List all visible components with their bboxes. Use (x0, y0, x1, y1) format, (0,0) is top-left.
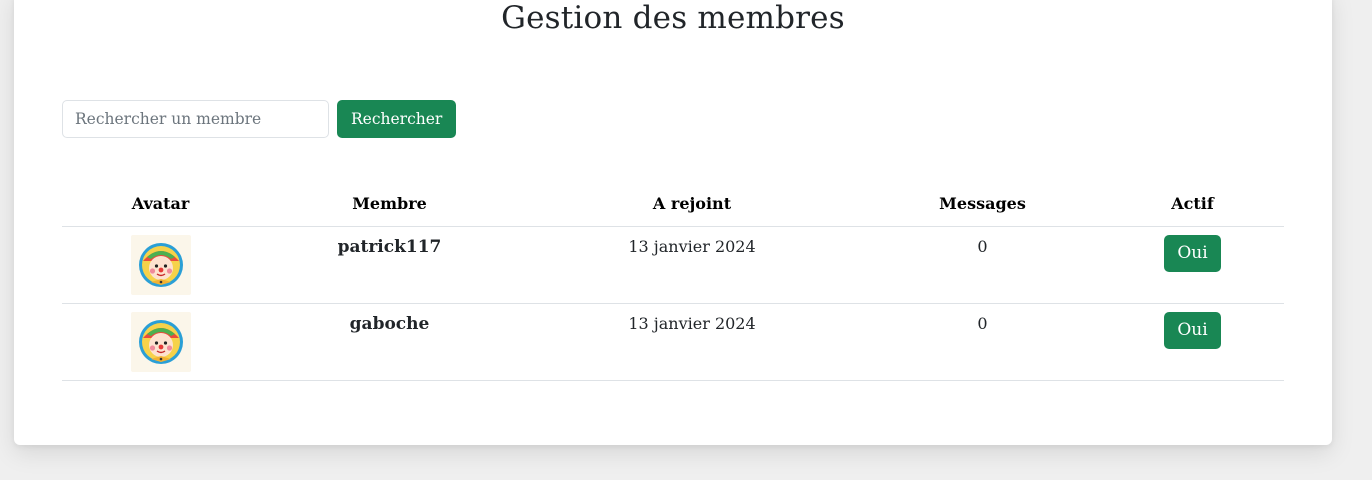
avatar-cell (62, 226, 259, 304)
page-title: Gestion des membres (501, 0, 845, 36)
header-avatar: Avatar (62, 180, 259, 227)
header-active: Actif (1101, 180, 1284, 227)
search-input[interactable] (62, 100, 329, 138)
clown-avatar-icon (130, 312, 191, 372)
member-name[interactable]: patrick117 (259, 227, 520, 256)
header-joined: A rejoint (520, 180, 864, 227)
joined-cell: 13 janvier 2024 (520, 303, 864, 381)
messages-cell: 0 (864, 226, 1101, 304)
search-button[interactable]: Rechercher (337, 100, 457, 138)
table-row: gaboche 13 janvier 2024 0 Oui (62, 303, 1284, 381)
joined-date: 13 janvier 2024 (628, 237, 756, 256)
active-toggle-button[interactable]: Oui (1164, 312, 1221, 349)
header-member: Membre (259, 180, 520, 227)
active-toggle-button[interactable]: Oui (1164, 235, 1221, 272)
active-cell: Oui (1101, 226, 1284, 304)
message-count: 0 (977, 237, 988, 256)
table-row: patrick117 13 janvier 2024 0 Oui (62, 226, 1284, 304)
joined-date: 13 janvier 2024 (628, 314, 756, 333)
messages-cell: 0 (864, 303, 1101, 381)
table-header-row: Avatar Membre A rejoint Messages Actif (62, 180, 1284, 227)
avatar-cell (62, 303, 259, 381)
member-name[interactable]: gaboche (259, 304, 520, 333)
members-table: Avatar Membre A rejoint Messages Actif p… (62, 180, 1284, 381)
search-bar: Rechercher (62, 100, 457, 138)
joined-cell: 13 janvier 2024 (520, 226, 864, 304)
active-cell: Oui (1101, 303, 1284, 381)
clown-avatar-icon (130, 235, 191, 295)
header-messages: Messages (864, 180, 1101, 227)
member-cell: patrick117 (259, 226, 520, 304)
members-card: Gestion des membres Rechercher Avatar Me… (14, 0, 1332, 445)
message-count: 0 (977, 314, 988, 333)
member-cell: gaboche (259, 303, 520, 381)
